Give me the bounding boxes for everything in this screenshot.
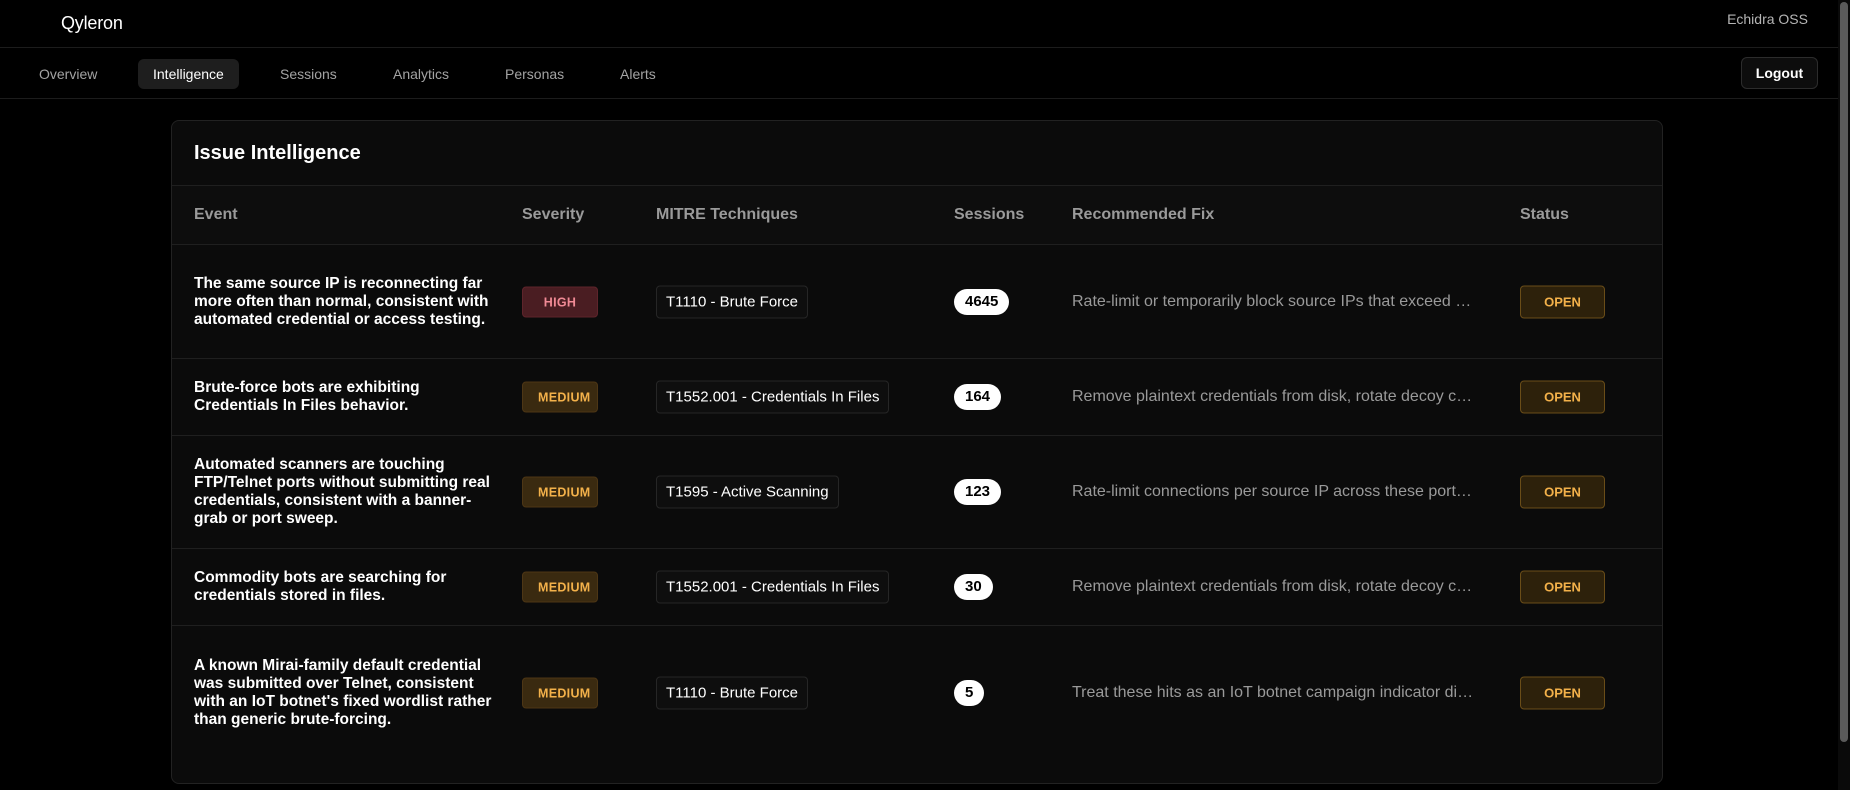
recommended-fix: Rate-limit or temporarily block source I…: [1072, 292, 1472, 310]
tab-overview[interactable]: Overview: [24, 59, 112, 89]
table-header: Event Severity MITRE Techniques Sessions…: [172, 185, 1662, 245]
tab-alerts[interactable]: Alerts: [605, 59, 671, 89]
status-badge[interactable]: OPEN: [1520, 570, 1605, 604]
event-text: The same source IP is reconnecting far m…: [194, 274, 489, 328]
mitre-technique-tag[interactable]: T1552.001 - Credentials In Files: [656, 570, 890, 604]
mitre-technique-tag[interactable]: T1110 - Brute Force: [656, 676, 808, 709]
severity-badge: MEDIUM: [522, 571, 598, 603]
session-count-pill[interactable]: 123: [954, 479, 1002, 505]
table-row[interactable]: Commodity bots are searching for credent…: [172, 549, 1662, 626]
event-text: A known Mirai-family default credential …: [194, 656, 492, 728]
table-row[interactable]: Automated scanners are touching FTP/Teln…: [172, 436, 1662, 549]
table-row[interactable]: Brute-force bots are exhibiting Credenti…: [172, 359, 1662, 436]
card-title: Issue Intelligence: [194, 142, 361, 164]
app-logo[interactable]: Qyleron: [61, 13, 123, 34]
column-header-fix: Recommended Fix: [1072, 206, 1215, 223]
tab-personas[interactable]: Personas: [490, 59, 579, 89]
severity-badge: MEDIUM: [522, 677, 598, 708]
column-header-sessions: Sessions: [954, 206, 1025, 223]
scrollbar[interactable]: [1838, 0, 1850, 790]
scrollbar-thumb[interactable]: [1840, 2, 1848, 742]
nav-bar: Overview Intelligence Sessions Analytics…: [0, 48, 1838, 99]
column-header-status: Status: [1520, 206, 1569, 223]
event-text: Brute-force bots are exhibiting Credenti…: [194, 379, 420, 414]
event-text: Commodity bots are searching for credent…: [194, 569, 447, 604]
column-header-event: Event: [194, 206, 238, 223]
severity-badge: HIGH: [522, 286, 598, 317]
table-row[interactable]: The same source IP is reconnecting far m…: [172, 245, 1662, 359]
mitre-technique-tag[interactable]: T1595 - Active Scanning: [656, 475, 839, 509]
tab-sessions[interactable]: Sessions: [265, 59, 352, 89]
session-count-pill[interactable]: 5: [954, 679, 985, 706]
column-header-mitre: MITRE Techniques: [656, 206, 798, 223]
table-row[interactable]: A known Mirai-family default credential …: [172, 626, 1662, 759]
top-bar: Qyleron Echidra OSS: [0, 0, 1838, 48]
recommended-fix: Rate-limit connections per source IP acr…: [1072, 483, 1472, 500]
session-count-pill[interactable]: 4645: [954, 288, 1010, 315]
event-text: Automated scanners are touching FTP/Teln…: [194, 456, 490, 527]
severity-badge: MEDIUM: [522, 476, 598, 508]
session-count-pill[interactable]: 164: [954, 384, 1002, 410]
status-badge[interactable]: OPEN: [1520, 676, 1605, 709]
issue-intelligence-card: Issue Intelligence Event Severity MITRE …: [171, 120, 1663, 784]
recommended-fix: Remove plaintext credentials from disk, …: [1072, 578, 1473, 595]
status-badge[interactable]: OPEN: [1520, 285, 1605, 318]
session-count-pill[interactable]: 30: [954, 574, 993, 600]
severity-badge: MEDIUM: [522, 381, 598, 413]
recommended-fix: Treat these hits as an IoT botnet campai…: [1072, 683, 1474, 701]
tab-analytics[interactable]: Analytics: [378, 59, 464, 89]
mitre-technique-tag[interactable]: T1552.001 - Credentials In Files: [656, 380, 890, 414]
column-header-severity: Severity: [522, 206, 585, 223]
mitre-technique-tag[interactable]: T1110 - Brute Force: [656, 285, 808, 318]
logout-button[interactable]: Logout: [1741, 57, 1818, 89]
org-name: Echidra OSS: [1727, 11, 1808, 27]
status-badge[interactable]: OPEN: [1520, 380, 1605, 414]
status-badge[interactable]: OPEN: [1520, 475, 1605, 509]
tab-intelligence[interactable]: Intelligence: [138, 59, 239, 89]
recommended-fix: Remove plaintext credentials from disk, …: [1072, 388, 1473, 405]
